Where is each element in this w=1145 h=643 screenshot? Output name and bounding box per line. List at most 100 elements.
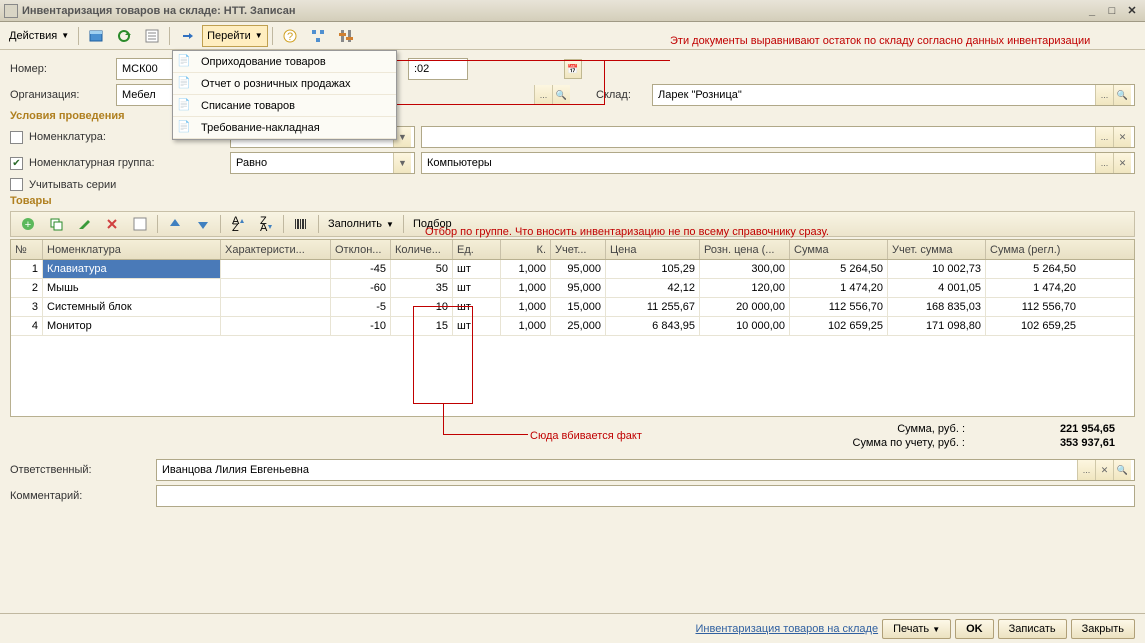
edit-row-button[interactable] <box>71 213 97 235</box>
fill-menu[interactable]: Заполнить▼ <box>323 213 399 235</box>
cell-k[interactable]: 1,000 <box>501 298 551 316</box>
cell-kol[interactable]: 35 <box>391 279 453 297</box>
nomgroup-value-field[interactable]: Компьютеры...✕ <box>421 152 1135 174</box>
clear-button[interactable]: ✕ <box>1113 127 1131 147</box>
delete-row-button[interactable] <box>99 213 125 235</box>
more-button[interactable]: ... <box>1095 127 1113 147</box>
sklad-field[interactable]: Ларек "Розница" ... 🔍 <box>652 84 1135 106</box>
th-rozn[interactable]: Розн. цена (... <box>700 240 790 259</box>
toolbar-btn-struct[interactable] <box>305 25 331 47</box>
cell-usum[interactable]: 168 835,03 <box>888 298 986 316</box>
th-n[interactable]: № <box>11 240 43 259</box>
cell-n[interactable]: 4 <box>11 317 43 335</box>
cell-sum[interactable]: 102 659,25 <box>790 317 888 335</box>
cell-k[interactable]: 1,000 <box>501 279 551 297</box>
cell-rozn[interactable]: 300,00 <box>700 260 790 278</box>
cell-har[interactable] <box>221 317 331 335</box>
cell-ed[interactable]: шт <box>453 298 501 316</box>
cell-ed[interactable]: шт <box>453 260 501 278</box>
nomgroup-op-field[interactable]: Равно▼ <box>230 152 415 174</box>
number-field[interactable]: МСК00 <box>116 58 174 80</box>
th-k[interactable]: К. <box>501 240 551 259</box>
th-regl[interactable]: Сумма (регл.) <box>986 240 1080 259</box>
cell-har[interactable] <box>221 298 331 316</box>
cell-uch[interactable]: 95,000 <box>551 260 606 278</box>
table-row[interactable]: 1Клавиатура-4550шт1,00095,000105,29300,0… <box>11 260 1134 279</box>
cell-ed[interactable]: шт <box>453 317 501 335</box>
cell-usum[interactable]: 171 098,80 <box>888 317 986 335</box>
org-field[interactable]: Мебел <box>116 84 174 106</box>
cell-sum[interactable]: 1 474,20 <box>790 279 888 297</box>
cell-rozn[interactable]: 20 000,00 <box>700 298 790 316</box>
maximize-button[interactable]: □ <box>1103 3 1121 19</box>
comment-field[interactable] <box>156 485 1135 507</box>
cell-sum[interactable]: 5 264,50 <box>790 260 888 278</box>
cell-otk[interactable]: -10 <box>331 317 391 335</box>
table-row[interactable]: 2Мышь-6035шт1,00095,00042,12120,001 474,… <box>11 279 1134 298</box>
dropdown-item-otchet[interactable]: 📄Отчет о розничных продажах <box>173 73 396 95</box>
cell-nom[interactable]: Системный блок <box>43 298 221 316</box>
actions-menu[interactable]: Действия▼ <box>4 25 74 47</box>
resp-field[interactable]: Иванцова Лилия Евгеньевна ... ✕ 🔍 <box>156 459 1135 481</box>
nomgroup-checkbox[interactable]: ✔ <box>10 157 23 170</box>
cell-kol[interactable]: 15 <box>391 317 453 335</box>
toolbar-btn-3[interactable] <box>139 25 165 47</box>
th-cena[interactable]: Цена <box>606 240 700 259</box>
th-otk[interactable]: Отклон... <box>331 240 391 259</box>
move-up-button[interactable] <box>162 213 188 235</box>
sort-desc-button[interactable]: ZA <box>253 213 279 235</box>
resp-more-button[interactable]: ... <box>1077 460 1095 480</box>
cell-regl[interactable]: 1 474,20 <box>986 279 1080 297</box>
save-button[interactable]: Записать <box>998 619 1067 639</box>
cell-otk[interactable]: -45 <box>331 260 391 278</box>
cell-n[interactable]: 3 <box>11 298 43 316</box>
minimize-button[interactable]: _ <box>1083 3 1101 19</box>
th-kol[interactable]: Количе... <box>391 240 453 259</box>
cell-uch[interactable]: 95,000 <box>551 279 606 297</box>
toolbar-btn-1[interactable] <box>83 25 109 47</box>
resp-search-button[interactable]: 🔍 <box>1113 460 1131 480</box>
cell-regl[interactable]: 112 556,70 <box>986 298 1080 316</box>
th-har[interactable]: Характеристи... <box>221 240 331 259</box>
toolbar-btn-settings[interactable] <box>333 25 359 47</box>
th-sum[interactable]: Сумма <box>790 240 888 259</box>
help-button[interactable]: ? <box>277 25 303 47</box>
sklad-search-button[interactable]: 🔍 <box>1113 85 1131 105</box>
nomenklatura-checkbox[interactable] <box>10 131 23 144</box>
org-search-button[interactable]: 🔍 <box>552 85 570 105</box>
th-uch[interactable]: Учет... <box>551 240 606 259</box>
sklad-more-button[interactable]: ... <box>1095 85 1113 105</box>
cell-har[interactable] <box>221 260 331 278</box>
dropdown-item-oprihodovanie[interactable]: 📄Оприходование товаров <box>173 51 396 73</box>
add-row-button[interactable]: + <box>15 213 41 235</box>
cell-uch[interactable]: 15,000 <box>551 298 606 316</box>
cell-kol[interactable]: 50 <box>391 260 453 278</box>
date-field-suffix[interactable]: :02 <box>408 58 468 80</box>
cell-rozn[interactable]: 10 000,00 <box>700 317 790 335</box>
bottom-title-link[interactable]: Инвентаризация товаров на складе <box>696 623 879 635</box>
cell-nom[interactable]: Мышь <box>43 279 221 297</box>
print-button[interactable]: Печать ▼ <box>882 619 951 639</box>
series-checkbox[interactable] <box>10 178 23 191</box>
th-usum[interactable]: Учет. сумма <box>888 240 986 259</box>
toolbar-btn-2[interactable] <box>111 25 137 47</box>
dropdown-item-trebovanie[interactable]: 📄Требование-накладная <box>173 117 396 139</box>
cell-nom[interactable]: Монитор <box>43 317 221 335</box>
ok-button[interactable]: OK <box>955 619 994 639</box>
calendar-button[interactable]: 📅 <box>564 59 582 79</box>
th-ed[interactable]: Ед. <box>453 240 501 259</box>
cell-n[interactable]: 2 <box>11 279 43 297</box>
finish-edit-button[interactable] <box>127 213 153 235</box>
cell-usum[interactable]: 4 001,05 <box>888 279 986 297</box>
close-form-button[interactable]: Закрыть <box>1071 619 1135 639</box>
cell-har[interactable] <box>221 279 331 297</box>
resp-clear-button[interactable]: ✕ <box>1095 460 1113 480</box>
more-button[interactable]: ... <box>1095 153 1113 173</box>
sort-asc-button[interactable]: AZ <box>225 213 251 235</box>
cell-ed[interactable]: шт <box>453 279 501 297</box>
cell-n[interactable]: 1 <box>11 260 43 278</box>
cell-kol[interactable]: 10 <box>391 298 453 316</box>
cell-uch[interactable]: 25,000 <box>551 317 606 335</box>
barcode-button[interactable] <box>288 213 314 235</box>
th-nom[interactable]: Номенклатура <box>43 240 221 259</box>
